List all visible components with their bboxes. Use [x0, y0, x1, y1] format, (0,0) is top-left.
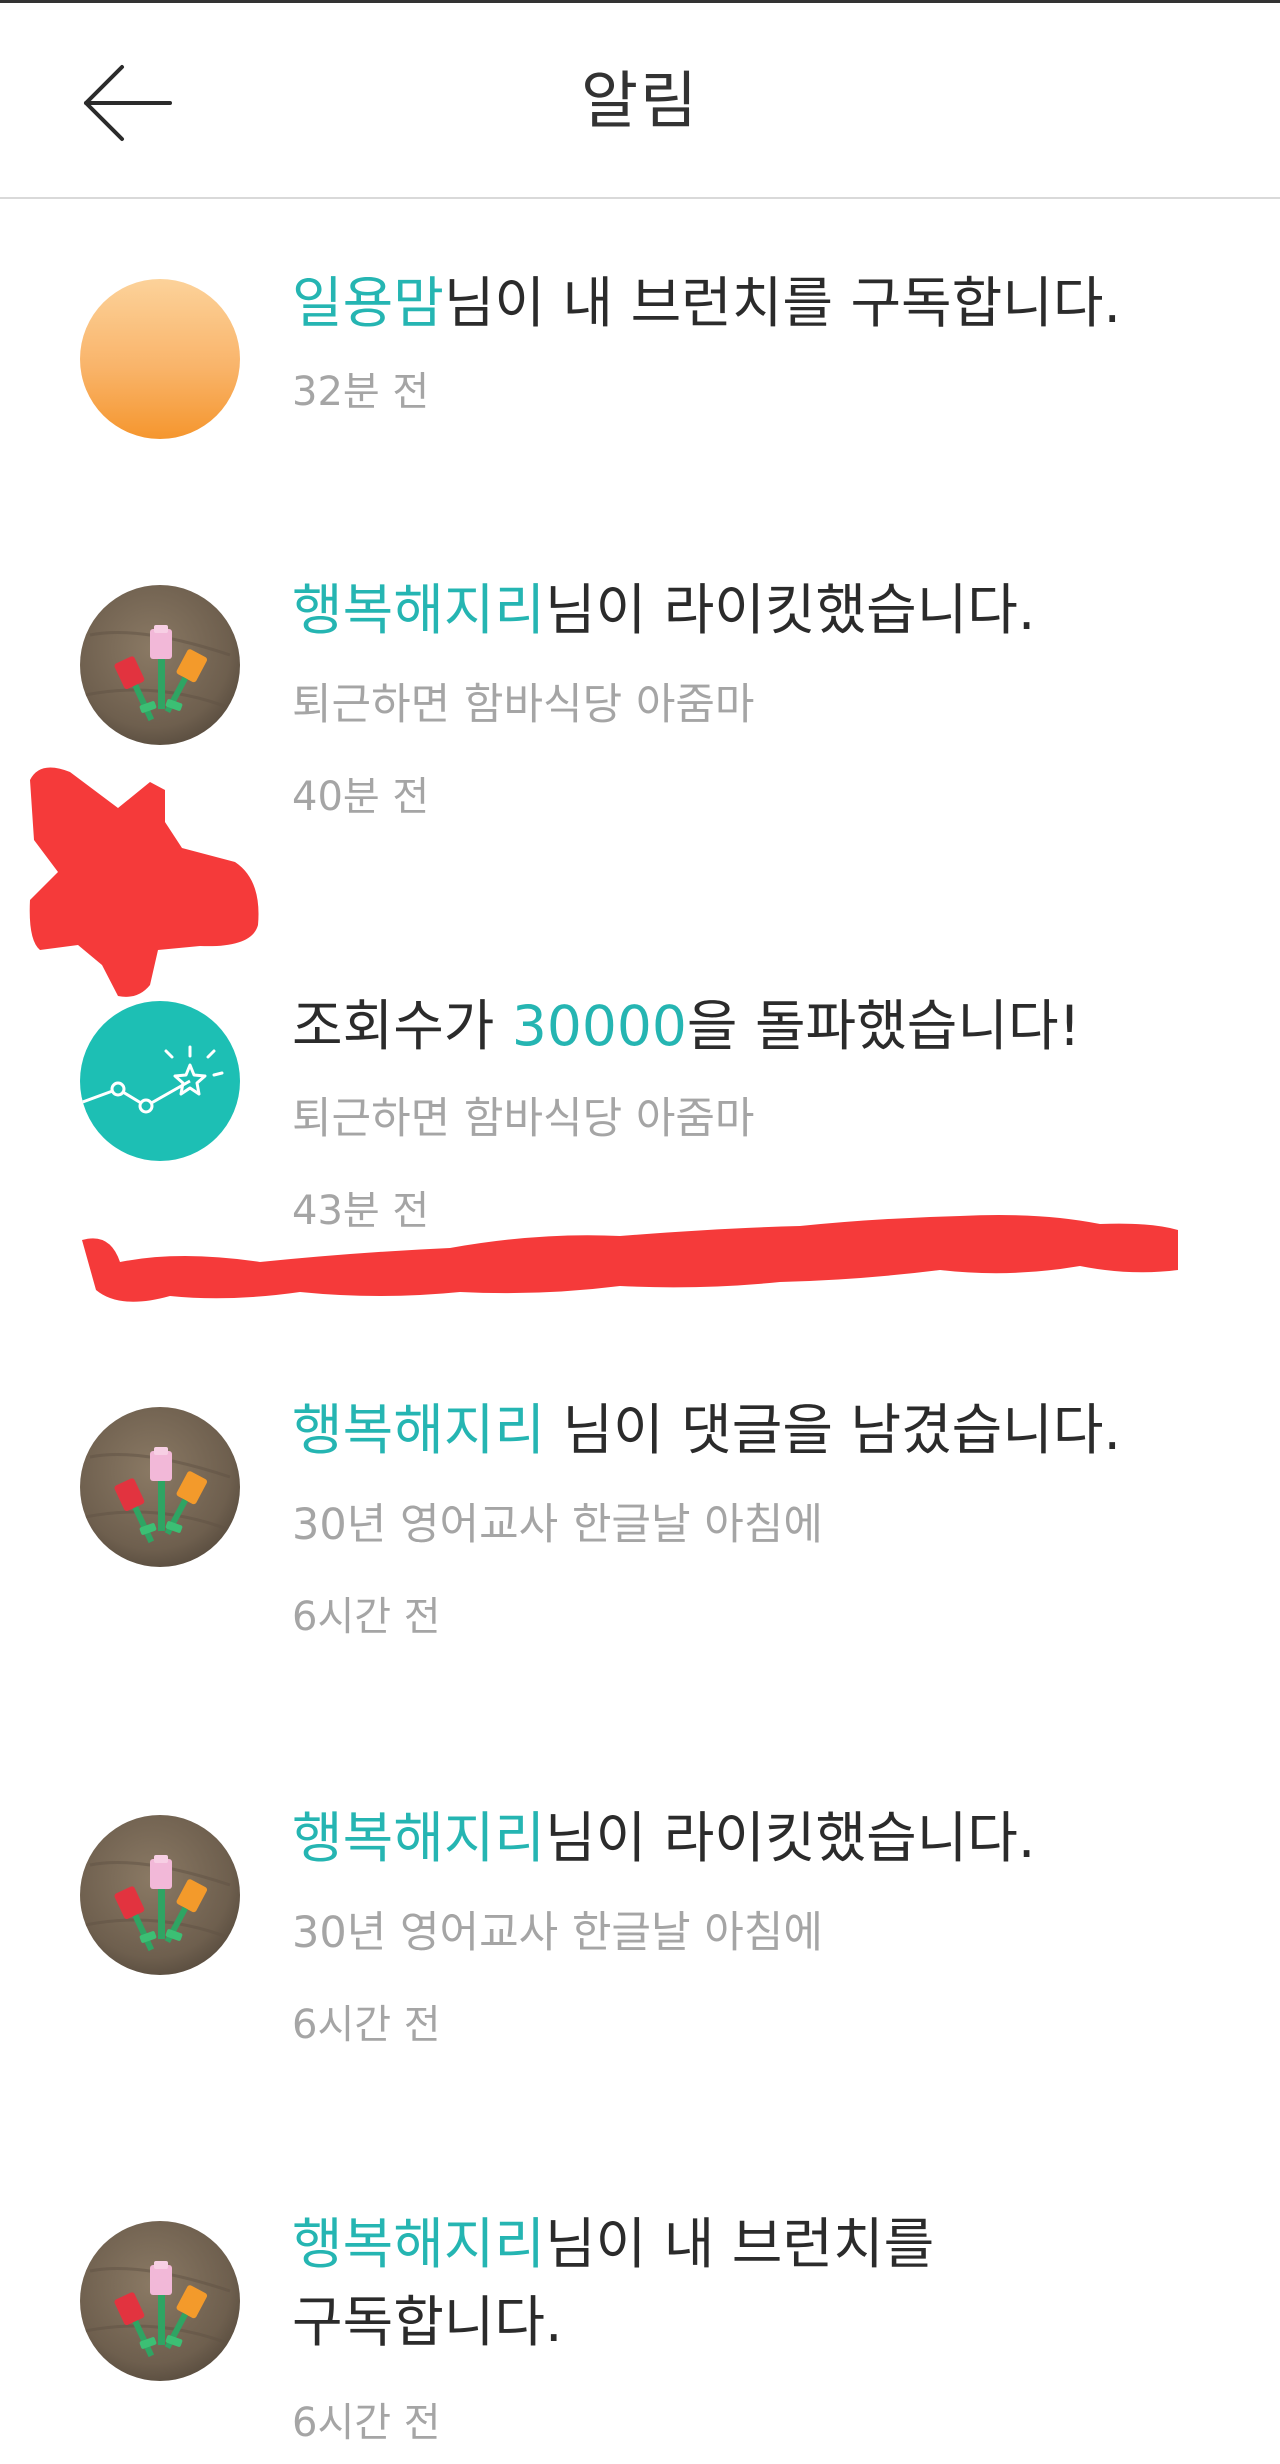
- post-title: 퇴근하면 함바식당 아줌마: [292, 680, 755, 730]
- avatar-image: [80, 279, 240, 439]
- post-title: 30년 영어교사 한글날 아침에: [292, 1908, 823, 1958]
- notification-time: 32분 전: [292, 369, 430, 415]
- user-name-link[interactable]: 일용맘: [292, 271, 444, 335]
- message-text: 을 돌파했습니다!: [686, 994, 1081, 1058]
- post-title: 30년 영어교사 한글날 아침에: [292, 1500, 823, 1550]
- avatar-image: [80, 2221, 240, 2381]
- notification-message: 행복해지리님이 라이킷했습니다.: [292, 571, 1192, 649]
- flower-photo-avatar[interactable]: [80, 1815, 240, 1975]
- flower-photo-avatar[interactable]: [80, 585, 240, 745]
- avatar-image: [80, 585, 240, 745]
- notification-time: 43분 전: [292, 1188, 430, 1234]
- message-prefix: 조회수가: [292, 994, 512, 1058]
- message-text: 님이 라이킷했습니다.: [545, 578, 1036, 642]
- user-name-link[interactable]: 행복해지리: [292, 2212, 545, 2276]
- message-text: 님이 내 브런치를 구독합니다.: [443, 271, 1121, 335]
- user-name-link[interactable]: 행복해지리: [292, 1398, 545, 1462]
- notification-message: 일용맘님이 내 브런치를 구독합니다.: [292, 264, 1192, 342]
- notification-time: 6시간 전: [292, 1594, 441, 1640]
- post-title: 퇴근하면 함바식당 아줌마: [292, 1094, 755, 1144]
- notification-message: 행복해지리님이 내 브런치를구독합니다.: [292, 2205, 1192, 2361]
- message-text: 님이 라이킷했습니다.: [545, 1806, 1036, 1870]
- user-name-link[interactable]: 행복해지리: [292, 578, 545, 642]
- flower-photo-avatar[interactable]: [80, 2221, 240, 2381]
- notification-time: 6시간 전: [292, 2400, 441, 2446]
- app-header: 알림: [0, 3, 1280, 199]
- notification-time: 40분 전: [292, 774, 430, 820]
- flower-photo-avatar[interactable]: [80, 1407, 240, 1567]
- avatar-image: [80, 1407, 240, 1567]
- message-text-line2: 구독합니다.: [292, 2290, 563, 2354]
- orange-gradient-avatar[interactable]: [80, 279, 240, 439]
- star-scribble: [29, 767, 259, 997]
- avatar-image: [80, 1815, 240, 1975]
- user-name-link[interactable]: 행복해지리: [292, 1806, 545, 1870]
- message-text: 님이 댓글을 남겼습니다.: [545, 1398, 1121, 1462]
- page-title: 알림: [580, 64, 700, 137]
- notification-message: 행복해지리 님이 댓글을 남겼습니다.: [292, 1391, 1192, 1469]
- view-count: 30000: [511, 994, 687, 1058]
- chart-star-icon: [80, 1001, 240, 1161]
- notification-message: 조회수가 30000을 돌파했습니다!: [292, 987, 1192, 1065]
- views-milestone-icon[interactable]: [80, 1001, 240, 1161]
- notification-message: 행복해지리님이 라이킷했습니다.: [292, 1799, 1192, 1877]
- notification-time: 6시간 전: [292, 2002, 441, 2048]
- message-text: 님이 내 브런치를: [545, 2212, 935, 2276]
